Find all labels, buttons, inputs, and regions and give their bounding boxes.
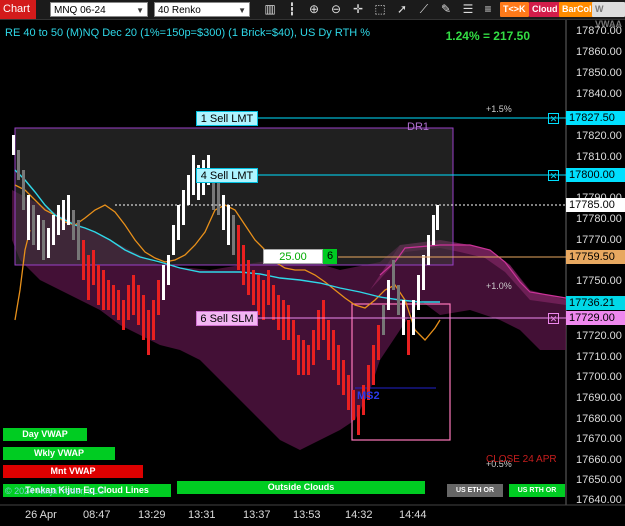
price-marker-order-1: 17827.50	[566, 111, 625, 125]
us-rth-or-toggle[interactable]: US RTH OR	[509, 484, 565, 497]
draw-line-icon[interactable]: ⟋	[417, 2, 431, 17]
instrument-value: MNQ 06-24	[54, 5, 106, 16]
price-tick: 17700.00	[576, 371, 622, 383]
period-value: 40 Renko	[158, 5, 201, 16]
us-eth-or-toggle[interactable]: US ETH OR	[447, 484, 503, 497]
zoom-in-icon[interactable]: ⊕	[307, 2, 321, 17]
close-order-6-icon[interactable]: ✕	[548, 313, 559, 324]
monthly-vwap-toggle[interactable]: Mnt VWAP	[3, 465, 143, 478]
pencil-icon[interactable]: ✎	[439, 2, 453, 17]
position-qty[interactable]: 6	[323, 249, 337, 264]
chart-tab[interactable]: Chart	[0, 0, 36, 19]
price-marker-last: 17785.00	[566, 198, 625, 212]
chart-title: RE 40 to 50 (M)NQ Dec 20 (1%=150p=$300) …	[5, 27, 371, 39]
vwap-button[interactable]: W VWAA	[592, 2, 625, 29]
price-tick: 17810.00	[576, 151, 622, 163]
price-marker-vwap: 17736.21	[566, 296, 625, 310]
price-tick: 17860.00	[576, 46, 622, 58]
pct-plus-1-5: +1.5%	[486, 104, 512, 114]
time-label: 14:44	[399, 509, 427, 521]
crosshair-icon[interactable]: ✛	[351, 2, 365, 17]
order-1-sell-lmt[interactable]: 1 Sell LMT	[196, 111, 258, 126]
bar-style-icon[interactable]: ┇	[285, 2, 299, 17]
period-selector[interactable]: 40 Renko ▼	[154, 2, 250, 17]
price-tick: 17710.00	[576, 351, 622, 363]
performance-readout: 1.24% = 217.50	[445, 29, 530, 43]
outside-clouds-toggle[interactable]: Outside Clouds	[177, 481, 425, 494]
chart-toolbar: Chart MNQ 06-24 ▼ 40 Renko ▼ ▥ ┇ ⊕ ⊖ ✛ ⬚…	[0, 0, 625, 29]
time-label: 13:29	[138, 509, 166, 521]
tk-button[interactable]: T<>K	[500, 2, 529, 17]
price-tick: 17650.00	[576, 474, 622, 486]
close-order-4-icon[interactable]: ✕	[548, 170, 559, 181]
close-marker-label: CLOSE 24 APR	[486, 454, 557, 465]
pct-plus-1-0: +1.0%	[486, 281, 512, 291]
zoom-out-icon[interactable]: ⊖	[329, 2, 343, 17]
bar-chart-icon[interactable]: ▥	[263, 2, 277, 17]
price-tick: 17670.00	[576, 433, 622, 445]
time-label: 26 Apr	[25, 509, 57, 521]
price-marker-order-6: 17729.00	[566, 311, 625, 325]
price-tick: 17750.00	[576, 275, 622, 287]
cursor-icon[interactable]: ➚	[395, 2, 409, 17]
pointer-icon[interactable]: ⬚	[373, 2, 387, 17]
close-order-1-icon[interactable]: ✕	[548, 113, 559, 124]
price-marker-order-4: 17800.00	[566, 168, 625, 182]
price-tick: 17640.00	[576, 494, 622, 506]
time-label: 13:37	[243, 509, 271, 521]
price-tick: 17720.00	[576, 330, 622, 342]
cloud-button[interactable]: Cloud	[529, 2, 561, 17]
price-tick: 17660.00	[576, 454, 622, 466]
order-4-sell-lmt[interactable]: 4 Sell LMT	[196, 168, 258, 183]
time-label: 08:47	[83, 509, 111, 521]
price-tick: 17850.00	[576, 67, 622, 79]
price-tick: 17690.00	[576, 392, 622, 404]
time-label: 13:53	[293, 509, 321, 521]
day-vwap-toggle[interactable]: Day VWAP	[3, 428, 87, 441]
time-label: 13:31	[188, 509, 216, 521]
price-tick: 17780.00	[576, 213, 622, 225]
instrument-selector[interactable]: MNQ 06-24 ▼	[50, 2, 148, 17]
weekly-vwap-toggle[interactable]: Wkly VWAP	[3, 447, 115, 460]
price-marker-position: 17759.50	[566, 250, 625, 264]
price-tick: 17680.00	[576, 413, 622, 425]
copyright-text: © 2024 NinjaTrader, LLC	[5, 486, 105, 496]
indicators-icon[interactable]: ≡	[481, 2, 495, 17]
position-price[interactable]: 25.00	[263, 249, 323, 264]
time-label: 14:32	[345, 509, 373, 521]
price-tick: 17840.00	[576, 88, 622, 100]
price-tick: 17870.00	[576, 25, 622, 37]
chevron-down-icon: ▼	[136, 6, 144, 15]
dr1-label: DR1	[407, 121, 430, 133]
price-tick: 17770.00	[576, 234, 622, 246]
chevron-down-icon: ▼	[238, 6, 246, 15]
barcol-button[interactable]: BarCol	[559, 2, 595, 17]
order-6-sell-slm[interactable]: 6 Sell SLM	[196, 311, 258, 326]
ms2-label: MS2	[357, 390, 380, 402]
price-tick: 17820.00	[576, 130, 622, 142]
properties-icon[interactable]: ☰	[461, 2, 475, 17]
